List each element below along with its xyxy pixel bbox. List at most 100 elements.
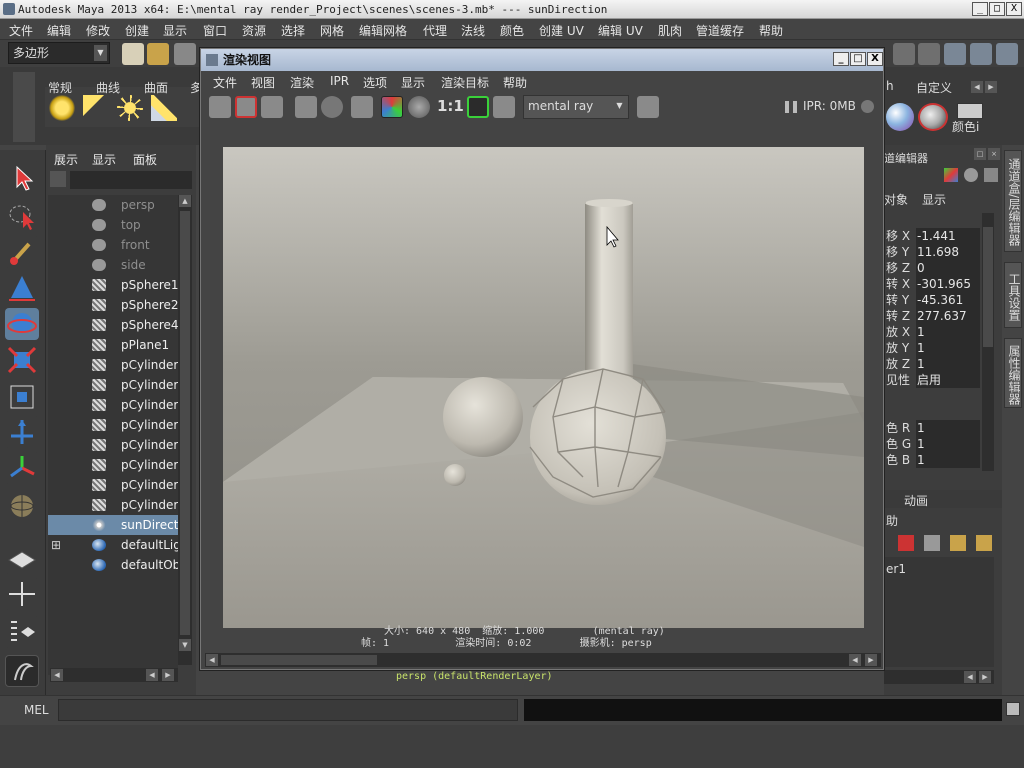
menu-display[interactable]: 显示 [163,22,187,39]
scroll-left-icon[interactable]: ◀ [849,654,861,666]
universal-manipulator-tool[interactable] [5,380,39,412]
shelf-tab-custom[interactable]: 自定义 [916,79,952,96]
menu-select[interactable]: 选择 [281,22,305,39]
scroll-right-icon[interactable]: ▶ [865,654,877,666]
outliner-item[interactable]: sunDirection [48,515,178,535]
attribute-editor-toggle-icon[interactable] [996,43,1018,65]
outliner-item[interactable]: pCylinder4 [48,395,178,415]
paint-select-tool[interactable] [5,236,39,268]
channel-attribute-row[interactable]: 放 Z 1 [884,356,980,372]
outliner-item[interactable]: pCylinder8 [48,475,178,495]
scroll-left-icon[interactable]: ◀ [964,671,976,683]
new-scene-icon[interactable] [122,43,144,65]
new-layer-icon[interactable] [898,535,914,551]
menu-create[interactable]: 创建 [125,22,149,39]
channel-attribute-row[interactable]: 见性 启用 [884,372,980,388]
menu-file[interactable]: 文件 [9,22,33,39]
maximize-button[interactable]: □ [989,2,1005,16]
directional-light-icon[interactable] [83,95,109,121]
menu-help[interactable]: 帮助 [759,22,783,39]
minimize-button[interactable]: _ [972,2,988,16]
panel-float-icon[interactable]: □ [974,148,986,160]
menu-edit-mesh[interactable]: 编辑网格 [359,22,407,39]
menu-window[interactable]: 窗口 [203,22,227,39]
pause-ipr-icon[interactable] [785,101,797,113]
menu-mesh[interactable]: 网格 [320,22,344,39]
outliner-item[interactable]: defaultObjectSet [48,555,178,575]
scroll-left-icon[interactable]: ◀ [51,669,63,681]
channel-attribute-value[interactable]: 0 [916,260,980,276]
close-button[interactable]: X [1006,2,1022,16]
ambient-light-icon[interactable] [49,95,75,121]
shader-ball-icon[interactable] [886,103,914,131]
menu-pipeline-cache[interactable]: 管道缓存 [696,22,744,39]
outliner-item[interactable]: pSphere2 [48,295,178,315]
outliner-item[interactable]: persp [48,195,178,215]
channel-box-toggle-icon[interactable] [944,43,966,65]
channel-box-menu-object[interactable]: 对象 [884,191,908,208]
rv-menu-display[interactable]: 显示 [401,74,425,91]
channel-attribute-row[interactable]: 转 Y -45.361 [884,292,980,308]
channel-attribute-value[interactable]: 1 [916,324,980,340]
side-tab-tool-settings[interactable]: 工具设置 [1004,262,1022,328]
channel-attribute-value[interactable]: -45.361 [916,292,980,308]
render-clapper-icon[interactable] [637,96,659,118]
channel-attribute-value[interactable]: 启用 [916,372,980,388]
channel-attribute-row[interactable]: 转 Z 277.637 [884,308,980,324]
layer-add-icon[interactable] [950,535,966,551]
outliner-item[interactable]: pCylinder9 [48,495,178,515]
rv-menu-view[interactable]: 视图 [251,74,275,91]
outliner-item[interactable]: pCylinder5 [48,415,178,435]
layer-horizontal-scrollbar[interactable]: ◀ ▶ [884,670,994,684]
outliner-item[interactable]: pCylinder3 [48,375,178,395]
menu-muscle[interactable]: 肌肉 [658,22,682,39]
channel-box-scrollbar[interactable] [982,213,994,471]
channel-attribute-row[interactable]: 放 X 1 [884,324,980,340]
snapshot-camera-icon[interactable] [261,96,283,118]
render-view-close-button[interactable]: X [867,52,883,66]
outliner-menu-display[interactable]: 显示 [92,151,116,168]
scroll-right-icon[interactable]: ▶ [162,669,174,681]
refresh-ipr-icon[interactable] [321,96,343,118]
scroll-thumb[interactable] [221,655,377,665]
scroll-right-icon[interactable]: ▶ [979,671,991,683]
channel-attribute-row[interactable]: 移 X -1.441 [884,228,980,244]
render-view-minimize-button[interactable]: _ [833,52,849,66]
scroll-thumb[interactable] [180,211,190,635]
shelf-tab-general[interactable]: 常规 [48,79,72,96]
channel-attribute-row[interactable]: 色 R 1 [884,420,980,436]
outliner-item[interactable]: side [48,255,178,275]
shelf-tab-right-partial[interactable]: h [886,79,894,93]
tool-settings-toggle-icon[interactable] [970,43,992,65]
last-tool-used[interactable] [5,490,39,522]
scroll-up-icon[interactable]: ▲ [179,195,191,207]
menu-proxy[interactable]: 代理 [423,22,447,39]
channel-attribute-value[interactable]: 277.637 [916,308,980,324]
shelf-menu-handle[interactable] [13,72,35,142]
rv-menu-render-target[interactable]: 渲染目标 [441,74,489,91]
menu-normals[interactable]: 法线 [461,22,485,39]
soft-modify-tool[interactable] [5,416,39,448]
layout-single-pane[interactable] [5,542,39,574]
channel-attribute-value[interactable]: 1 [916,356,980,372]
channel-attribute-value[interactable]: 11.698 [916,244,980,260]
point-light-icon[interactable] [117,95,143,121]
menu-color[interactable]: 颜色 [500,22,524,39]
menu-modify[interactable]: 修改 [86,22,110,39]
menu-create-uv[interactable]: 创建 UV [539,22,584,39]
tab-animation-layers[interactable]: 动画 [904,492,928,509]
rendered-image[interactable] [223,147,864,628]
remove-image-icon[interactable] [493,96,515,118]
rv-menu-ipr[interactable]: IPR [330,74,349,88]
show-manipulator-tool[interactable] [5,452,39,484]
render-region-icon[interactable] [235,96,257,118]
outliner-search-input[interactable] [70,171,192,189]
lasso-tool[interactable] [5,200,39,232]
channel-box-axis-icon[interactable] [944,168,958,182]
move-tool[interactable] [5,272,39,304]
toggle-panel-icon[interactable] [918,43,940,65]
channel-attribute-row[interactable]: 色 G 1 [884,436,980,452]
redo-render-icon[interactable] [209,96,231,118]
side-tab-channel-box[interactable]: 通道盒/层编辑器 [1004,150,1022,252]
render-view-horizontal-scrollbar[interactable]: ◀ ◀ ▶ [205,653,881,667]
